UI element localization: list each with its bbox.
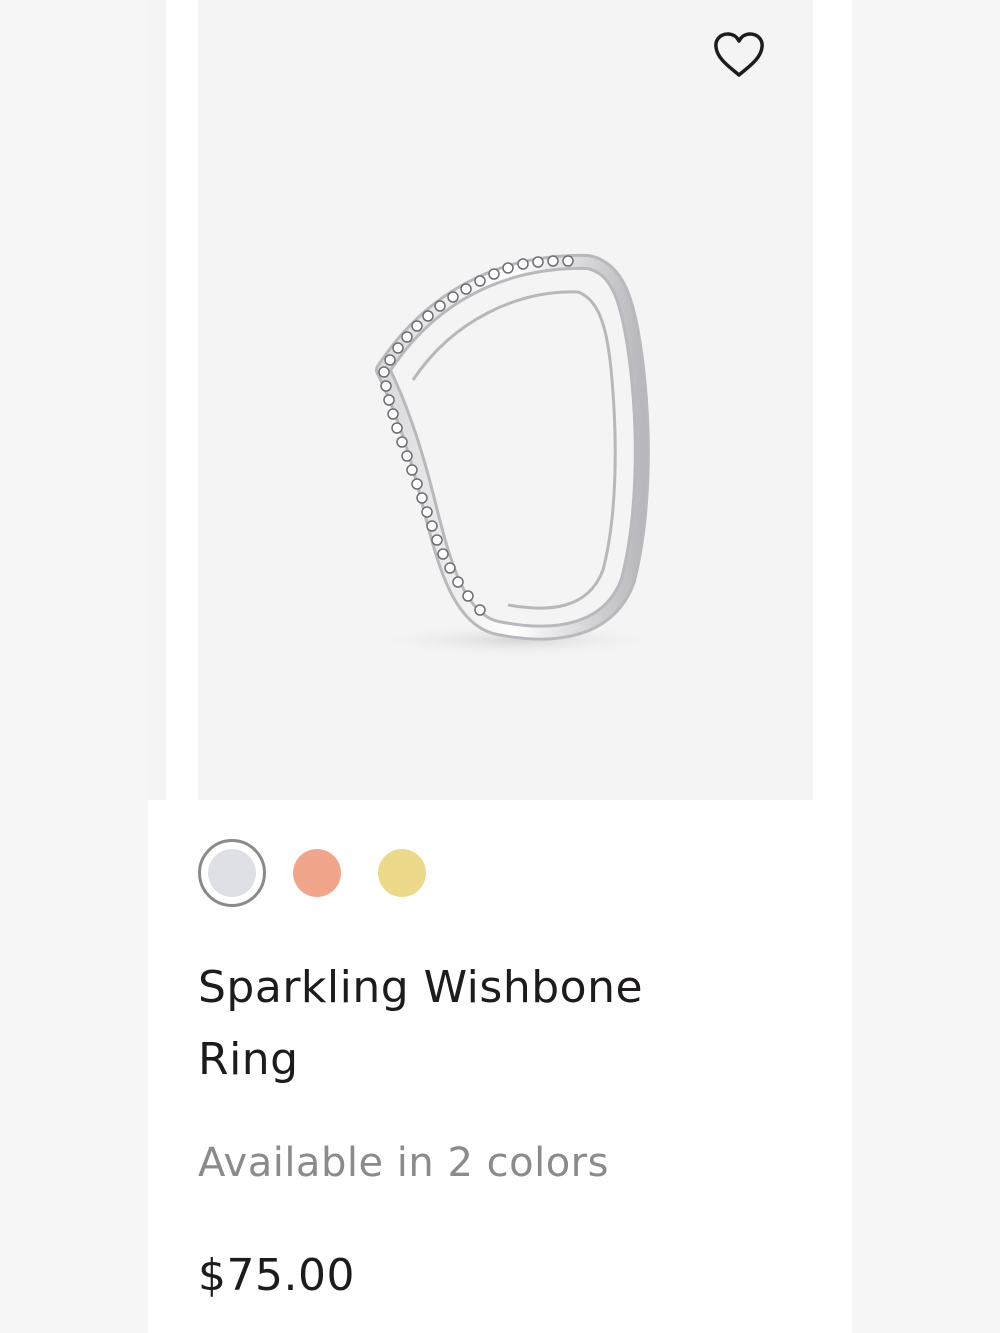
swatch-silver-dot bbox=[208, 849, 256, 897]
swatch-rose-gold[interactable] bbox=[283, 839, 351, 907]
wishlist-button[interactable] bbox=[709, 28, 769, 82]
product-image[interactable] bbox=[198, 0, 813, 800]
adjacent-card-left bbox=[0, 0, 148, 1333]
color-swatches bbox=[198, 838, 453, 908]
product-title[interactable]: Sparkling Wishbone Ring bbox=[198, 952, 758, 1096]
adjacent-card-right bbox=[852, 0, 1000, 1333]
card-gutter bbox=[148, 0, 166, 800]
ring-image bbox=[368, 253, 668, 658]
swatch-gold[interactable] bbox=[368, 839, 436, 907]
availability-text: Available in 2 colors bbox=[198, 1140, 609, 1186]
swatch-silver[interactable] bbox=[198, 839, 266, 907]
heart-outline-icon bbox=[714, 32, 764, 77]
page: Sparkling Wishbone Ring Available in 2 c… bbox=[0, 0, 1000, 1333]
swatch-rose-gold-dot bbox=[293, 849, 341, 897]
product-card[interactable]: Sparkling Wishbone Ring Available in 2 c… bbox=[148, 0, 852, 1333]
product-price: $75.00 bbox=[198, 1250, 355, 1301]
swatch-gold-dot bbox=[378, 849, 426, 897]
